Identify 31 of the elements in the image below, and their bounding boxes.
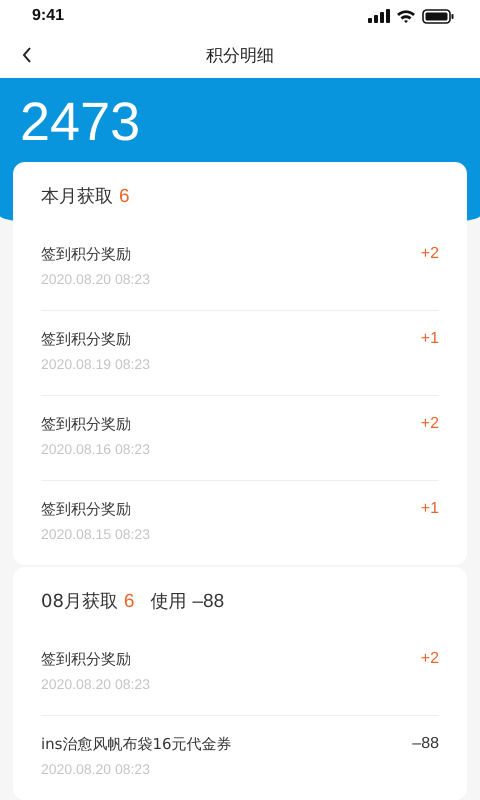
record-time: 2020.08.20 08:23 (41, 760, 151, 778)
page-title: 积分明细 (206, 44, 274, 66)
points-amount: –88 (412, 734, 439, 754)
points-amount: +2 (420, 649, 439, 669)
points-amount: +2 (420, 244, 439, 264)
earned-count: 6 (124, 591, 134, 613)
record-title: 签到积分奖励 (41, 414, 132, 434)
wifi-icon (396, 9, 416, 23)
earned-count: 6 (119, 186, 130, 208)
record-title: 签到积分奖励 (41, 329, 132, 349)
used-amount: –88 (192, 591, 224, 613)
points-balance: 2473 (19, 91, 142, 154)
record-title: ins治愈风帆布袋16元代金券 (41, 734, 232, 754)
back-icon (21, 46, 33, 64)
record-time: 2020.08.19 08:23 (41, 355, 150, 373)
signal-icon (368, 9, 390, 23)
record-time: 2020.08.20 08:23 (41, 675, 150, 693)
points-amount: +2 (420, 414, 439, 434)
used-label: 使用 (150, 590, 186, 613)
points-amount: +1 (420, 329, 439, 349)
record-time: 2020.08.16 08:23 (41, 440, 150, 458)
status-time: 9:41 (32, 7, 64, 25)
record-title: 签到积分奖励 (41, 649, 132, 669)
battery-icon (422, 8, 454, 24)
record-time: 2020.08.20 08:23 (41, 270, 150, 288)
section-label: 本月获取 (41, 185, 113, 208)
record-time: 2020.08.15 08:23 (41, 525, 150, 543)
record-title: 签到积分奖励 (41, 244, 132, 264)
record-title: 签到积分奖励 (41, 499, 132, 519)
section-label: 08月获取 (41, 590, 118, 613)
points-amount: +1 (420, 499, 439, 519)
